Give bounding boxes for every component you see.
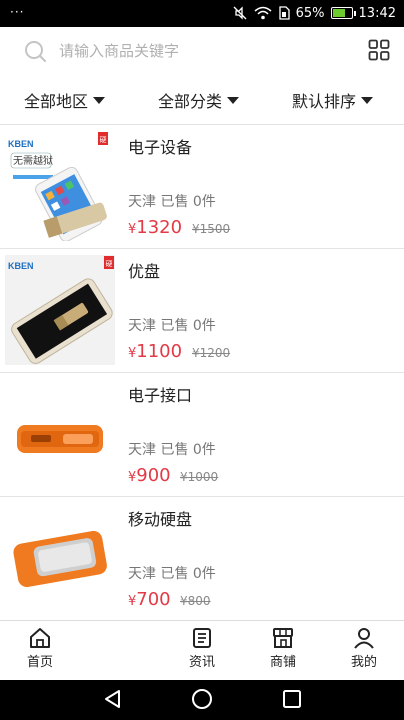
product-price: ¥1100 xyxy=(128,341,182,362)
status-right: 65% 13:42 xyxy=(232,5,396,21)
caret-down-icon xyxy=(361,96,374,104)
product-old-price: ¥1200 xyxy=(192,346,231,360)
system-nav-bar xyxy=(0,680,404,720)
product-image[interactable] xyxy=(5,379,115,489)
product-old-price: ¥1500 xyxy=(192,222,231,236)
product-location: 天津 xyxy=(128,442,156,458)
product-item[interactable]: 移动硬盘 天津 已售 0件 ¥700 ¥800 xyxy=(0,497,404,621)
product-location: 天津 xyxy=(128,318,156,334)
product-meta: 天津 已售 0件 xyxy=(128,439,216,459)
store-icon xyxy=(273,628,293,648)
back-icon[interactable] xyxy=(102,688,124,710)
battery-percent: 65% xyxy=(295,5,325,21)
price-value: 1100 xyxy=(136,341,183,362)
filter-region-label: 全部地区 xyxy=(24,92,89,111)
product-image[interactable]: KBEN 硬 xyxy=(5,255,115,365)
bottom-tab-bar: 首页 资讯 商铺 我的 xyxy=(0,620,404,680)
tab-news[interactable]: 资讯 xyxy=(172,627,232,670)
price-value: 700 xyxy=(136,589,171,610)
search-input[interactable]: 请输入商品关键字 xyxy=(59,40,179,61)
svg-text:无需越狱: 无需越狱 xyxy=(13,154,53,167)
tab-news-label: 资讯 xyxy=(188,655,215,670)
grid-icon[interactable] xyxy=(368,39,390,61)
product-title[interactable]: 电子接口 xyxy=(128,382,192,406)
mute-icon xyxy=(233,6,247,20)
product-sold: 已售 0件 xyxy=(160,194,216,210)
product-title[interactable]: 移动硬盘 xyxy=(128,506,192,530)
price-value: 900 xyxy=(136,465,171,486)
caret-down-icon xyxy=(227,96,240,104)
tab-profile[interactable]: 我的 xyxy=(334,627,394,670)
product-meta: 天津 已售 0件 xyxy=(128,191,216,211)
filter-sort[interactable]: 默认排序 xyxy=(292,88,374,112)
tab-profile-label: 我的 xyxy=(350,655,377,670)
home-circle-icon[interactable] xyxy=(191,688,213,710)
filter-category[interactable]: 全部分类 xyxy=(158,88,240,112)
product-sold: 已售 0件 xyxy=(160,442,216,458)
product-price: ¥700 xyxy=(128,589,171,610)
product-sold: 已售 0件 xyxy=(160,318,216,334)
product-location: 天津 xyxy=(128,194,156,210)
product-image[interactable] xyxy=(5,503,115,613)
tab-store[interactable]: 商铺 xyxy=(253,627,313,670)
user-icon xyxy=(354,628,374,649)
product-price: ¥1320 xyxy=(128,217,182,238)
sim-icon xyxy=(278,6,290,20)
search-header: 请输入商品关键字 xyxy=(0,27,404,75)
product-item[interactable]: KBEN 硬 优盘 天津 已售 0件 ¥1100 ¥1200 xyxy=(0,249,404,373)
product-image[interactable]: KBEN 硬 无需越狱 xyxy=(5,131,115,241)
search-icon[interactable] xyxy=(23,39,47,63)
filter-sort-label: 默认排序 xyxy=(292,92,357,111)
filter-region[interactable]: 全部地区 xyxy=(24,88,106,112)
svg-text:硬: 硬 xyxy=(100,136,107,144)
product-item[interactable]: KBEN 硬 无需越狱 电子设备 天津 已售 0件 ¥1320 ¥1500 xyxy=(0,125,404,249)
product-title[interactable]: 电子设备 xyxy=(128,134,192,158)
home-icon xyxy=(30,628,50,648)
filter-bar: 全部地区 全部分类 默认排序 xyxy=(0,75,404,125)
product-title[interactable]: 优盘 xyxy=(128,258,160,282)
filter-category-label: 全部分类 xyxy=(158,92,223,111)
product-meta: 天津 已售 0件 xyxy=(128,563,216,583)
product-old-price: ¥800 xyxy=(180,594,211,608)
product-meta: 天津 已售 0件 xyxy=(128,315,216,335)
product-location: 天津 xyxy=(128,566,156,582)
tab-store-label: 商铺 xyxy=(269,655,296,670)
clock: 13:42 xyxy=(358,5,396,21)
price-value: 1320 xyxy=(136,217,183,238)
notification-dots: ··· xyxy=(10,5,25,19)
product-old-price: ¥1000 xyxy=(180,470,219,484)
brand-text: KBEN xyxy=(8,139,34,149)
svg-text:硬: 硬 xyxy=(106,260,113,268)
tab-home-label: 首页 xyxy=(26,655,53,670)
product-sold: 已售 0件 xyxy=(160,566,216,582)
svg-text:KBEN: KBEN xyxy=(8,261,34,271)
product-price: ¥900 xyxy=(128,465,171,486)
news-icon xyxy=(193,628,211,648)
recents-icon[interactable] xyxy=(281,688,303,710)
wifi-icon xyxy=(254,6,272,20)
product-item[interactable]: 电子接口 天津 已售 0件 ¥900 ¥1000 xyxy=(0,373,404,497)
battery-icon xyxy=(330,7,356,19)
product-list: KBEN 硬 无需越狱 电子设备 天津 已售 0件 ¥1320 ¥1500 KB… xyxy=(0,125,404,621)
tab-home[interactable]: 首页 xyxy=(10,627,70,670)
caret-down-icon xyxy=(93,96,106,104)
status-bar: ··· 65% 13:42 xyxy=(0,0,404,27)
